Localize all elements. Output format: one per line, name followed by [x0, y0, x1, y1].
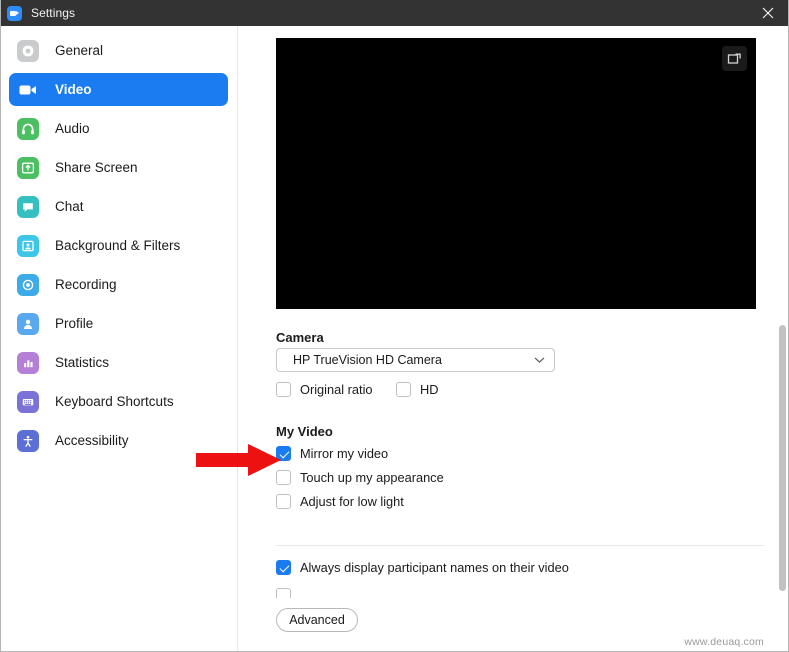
checkbox-label: HD: [420, 382, 439, 397]
sidebar-item-share-screen[interactable]: Share Screen: [9, 151, 228, 184]
accessibility-icon: [17, 429, 39, 452]
record-circle-glyph: [22, 279, 34, 290]
keyboard-icon: [17, 390, 39, 413]
checkbox-original-ratio[interactable]: Original ratio: [276, 382, 373, 397]
camera-section-label: Camera: [276, 330, 324, 345]
sidebar-item-keyboard-shortcuts[interactable]: Keyboard Shortcuts: [9, 385, 228, 418]
advanced-button[interactable]: Advanced: [276, 608, 358, 632]
sidebar-item-label: Recording: [55, 277, 117, 292]
pop-out-video-icon[interactable]: [722, 46, 747, 71]
checkbox-box: [396, 382, 411, 397]
gear-glyph: [22, 44, 34, 57]
checkbox-hd[interactable]: HD: [396, 382, 438, 397]
settings-sidebar: General Video Audio Share Screen Chat Ba…: [0, 26, 238, 652]
checkbox-adjust-for-low-light[interactable]: Adjust for low light: [276, 494, 404, 509]
person-icon: [17, 312, 39, 335]
my-video-section-label: My Video: [276, 424, 333, 439]
checkbox-box: [276, 382, 291, 397]
sidebar-item-video[interactable]: Video: [9, 73, 228, 106]
chat-bubble-glyph: [23, 202, 33, 212]
sidebar-item-label: Accessibility: [55, 433, 129, 448]
checkbox-box: [276, 560, 291, 575]
camera-select[interactable]: HP TrueVision HD Camera: [276, 348, 555, 372]
sidebar-item-label: Share Screen: [55, 160, 138, 175]
sidebar-item-profile[interactable]: Profile: [9, 307, 228, 340]
settings-window: Settings General Video Audio Share Scree…: [0, 0, 789, 652]
sidebar-item-label: Video: [55, 82, 92, 97]
chevron-down-icon: [534, 357, 545, 364]
pop-out-glyph: [727, 53, 741, 64]
sidebar-item-label: Statistics: [55, 355, 110, 370]
accessibility-glyph: [23, 435, 33, 447]
video-settings-panel: Camera HP TrueVision HD Camera Original …: [239, 26, 789, 652]
sidebar-item-recording[interactable]: Recording: [9, 268, 228, 301]
sidebar-item-label: Audio: [55, 121, 90, 136]
video-camera-icon: [17, 79, 39, 101]
sidebar-item-label: Profile: [55, 316, 94, 331]
checkbox-label: Mirror my video: [300, 446, 389, 461]
chat-bubble-icon: [17, 195, 39, 218]
person-glyph: [23, 319, 33, 329]
close-glyph: [762, 7, 774, 19]
checkbox-always-display-participant-names[interactable]: Always display participant names on thei…: [276, 560, 569, 575]
chevron-down-glyph: [534, 357, 545, 363]
checkbox-clipped-offscreen[interactable]: [276, 588, 291, 598]
scrollbar-thumb[interactable]: [779, 325, 786, 591]
watermark: www.deuaq.com: [684, 636, 764, 648]
sidebar-item-accessibility[interactable]: Accessibility: [9, 424, 228, 457]
checkbox-label: Always display participant names on thei…: [300, 560, 569, 575]
section-divider: [276, 545, 764, 546]
checkbox-touch-up-my-appearance[interactable]: Touch up my appearance: [276, 470, 444, 485]
share-screen-icon: [17, 156, 39, 179]
checkbox-label: Touch up my appearance: [300, 470, 444, 485]
record-circle-icon: [17, 273, 39, 296]
checkbox-box: [276, 446, 291, 461]
sidebar-item-label: General: [55, 43, 104, 58]
bar-chart-glyph: [24, 359, 33, 367]
headphones-glyph: [22, 123, 34, 134]
headphones-icon: [17, 117, 39, 140]
checkbox-mirror-my-video[interactable]: Mirror my video: [276, 446, 388, 461]
checkbox-box: [276, 494, 291, 509]
checkbox-label: Adjust for low light: [300, 494, 404, 509]
checkbox-box: [276, 470, 291, 485]
keyboard-glyph: [22, 398, 34, 405]
video-preview: [276, 38, 756, 309]
sidebar-item-label: Chat: [55, 199, 84, 214]
camera-select-value: HP TrueVision HD Camera: [293, 353, 442, 367]
sidebar-item-background-filters[interactable]: Background & Filters: [9, 229, 228, 262]
sidebar-item-label: Background & Filters: [55, 238, 181, 253]
share-screen-glyph: [21, 162, 35, 173]
checkbox-label: Original ratio: [300, 382, 373, 397]
window-titlebar: Settings: [0, 0, 789, 26]
sidebar-item-statistics[interactable]: Statistics: [9, 346, 228, 379]
background-filters-icon: [17, 234, 39, 257]
sidebar-item-chat[interactable]: Chat: [9, 190, 228, 223]
video-camera-glyph: [19, 85, 36, 94]
window-title: Settings: [31, 6, 76, 20]
bar-chart-icon: [17, 351, 39, 374]
close-icon[interactable]: [747, 0, 789, 26]
sidebar-item-general[interactable]: General: [9, 34, 228, 67]
sidebar-item-label: Keyboard Shortcuts: [55, 394, 174, 409]
background-filters-glyph: [22, 240, 34, 251]
zoom-video-icon: [7, 5, 22, 21]
sidebar-item-audio[interactable]: Audio: [9, 112, 228, 145]
gear-icon: [17, 39, 39, 62]
scrollbar-track[interactable]: [776, 26, 789, 652]
